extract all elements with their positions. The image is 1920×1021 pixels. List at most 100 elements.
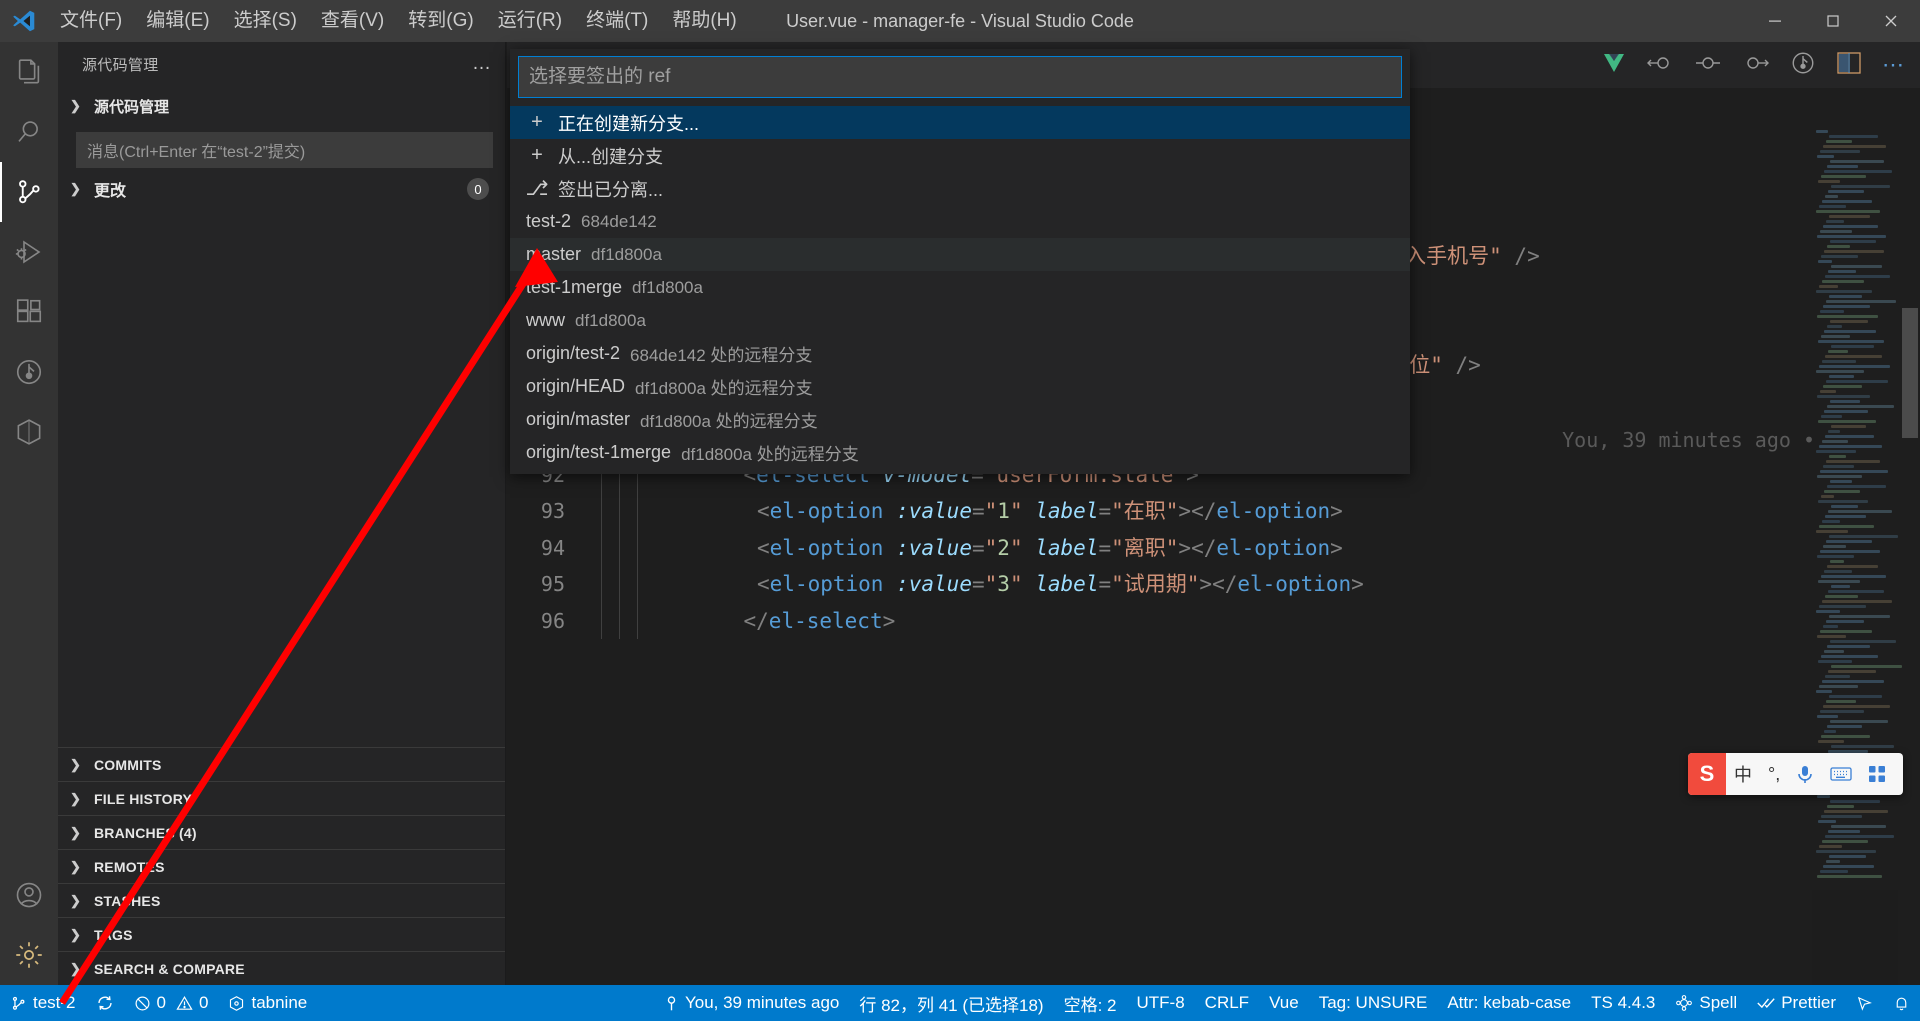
- scm-section-header[interactable]: ❯ 源代码管理: [58, 86, 505, 126]
- explorer-icon[interactable]: [0, 42, 58, 102]
- editor-more-actions-icon[interactable]: ⋯: [1882, 52, 1906, 78]
- status-tag-casing[interactable]: Tag: UNSURE: [1309, 985, 1438, 1021]
- status-tabnine[interactable]: tabnine: [218, 985, 317, 1021]
- status-blame[interactable]: You, 39 minutes ago: [654, 985, 849, 1021]
- quick-pick-item-2[interactable]: ⎇ 签出已分离...: [510, 172, 1410, 205]
- status-eol[interactable]: CRLF: [1195, 985, 1259, 1021]
- menu-item-7[interactable]: 帮助(H): [660, 0, 748, 42]
- quick-pick-item-7[interactable]: origin/test-2 684de142 处的远程分支: [510, 337, 1410, 370]
- status-cursor-position[interactable]: 行 82，列 41 (已选择18): [849, 985, 1053, 1021]
- ime-keyboard-icon[interactable]: [1822, 766, 1860, 782]
- chevron-right-icon: ❯: [70, 960, 82, 976]
- code-line[interactable]: 93 <el-option :value="1" label="在职"></el-…: [507, 493, 1920, 530]
- quick-pick-item-5[interactable]: test-1merge df1d800a: [510, 271, 1410, 304]
- quick-pick-item-0[interactable]: + 正在创建新分支...: [510, 106, 1410, 139]
- sidebar-more-actions-icon[interactable]: …: [472, 53, 493, 75]
- minimap[interactable]: [1812, 128, 1902, 985]
- status-indentation[interactable]: 空格: 2: [1054, 985, 1127, 1021]
- split-editor-icon[interactable]: [1836, 51, 1862, 80]
- minimap-line: [1829, 535, 1898, 538]
- sidebar-section-commits[interactable]: ❯ COMMITS: [58, 747, 505, 781]
- run-debug-icon[interactable]: [0, 222, 58, 282]
- menu-item-0[interactable]: 文件(F): [48, 0, 134, 42]
- quick-pick-list[interactable]: + 正在创建新分支... + 从...创建分支 ⎇ 签出已分离... test-2 684de…: [510, 106, 1410, 474]
- quick-pick-item-1[interactable]: + 从...创建分支: [510, 139, 1410, 172]
- detach-icon: ⎇: [525, 178, 549, 200]
- quick-pick-item-3[interactable]: test-2 684de142: [510, 205, 1410, 238]
- go-forward-commit-icon[interactable]: [1742, 54, 1770, 77]
- sidebar-section-stashes[interactable]: ❯ STASHES: [58, 883, 505, 917]
- sidebar-section-tags[interactable]: ❯ TAGS: [58, 917, 505, 951]
- plus-icon: +: [531, 144, 543, 166]
- minimap-line: [1829, 295, 1862, 298]
- quick-pick-item-8[interactable]: origin/HEAD df1d800a 处的远程分支: [510, 370, 1410, 403]
- menu-item-3[interactable]: 查看(V): [309, 0, 396, 42]
- status-encoding[interactable]: UTF-8: [1127, 985, 1195, 1021]
- sidebar-section-file-history[interactable]: ❯ FILE HISTORY: [58, 781, 505, 815]
- menu-item-4[interactable]: 转到(G): [396, 0, 485, 42]
- editor-vertical-scrollbar[interactable]: [1900, 128, 1920, 985]
- status-feedback-icon[interactable]: [1846, 985, 1883, 1021]
- sidebar-section-search-compare[interactable]: ❯ SEARCH & COMPARE: [58, 951, 505, 985]
- commit-message-input[interactable]: 消息(Ctrl+Enter 在“test-2”提交): [76, 132, 493, 168]
- status-notifications-bell-icon[interactable]: [1883, 985, 1920, 1021]
- search-icon[interactable]: [0, 102, 58, 162]
- code-line[interactable]: 94 <el-option :value="2" label="离职"></el-…: [507, 529, 1920, 566]
- quick-pick-item-6[interactable]: www df1d800a: [510, 304, 1410, 337]
- extensions-icon[interactable]: [0, 282, 58, 342]
- scrollbar-thumb[interactable]: [1902, 308, 1918, 438]
- ime-microphone-icon[interactable]: [1788, 764, 1822, 784]
- menu-item-2[interactable]: 选择(S): [222, 0, 309, 42]
- minimap-line: [1831, 345, 1874, 348]
- status-spell-checker[interactable]: Spell: [1665, 985, 1747, 1021]
- quick-pick-item-label: origin/HEAD: [526, 376, 626, 396]
- commit-dot-icon[interactable]: [1694, 54, 1722, 77]
- minimap-line: [1831, 585, 1850, 588]
- minimap-line: [1817, 875, 1882, 878]
- code-line[interactable]: 96 </el-select>: [507, 602, 1920, 639]
- go-back-commit-icon[interactable]: [1646, 54, 1674, 77]
- status-prettier-label: Prettier: [1781, 993, 1836, 1012]
- minimize-button[interactable]: [1746, 0, 1804, 42]
- ime-mode-toggle[interactable]: 中: [1726, 761, 1760, 787]
- vue-volar-icon[interactable]: [1602, 52, 1626, 79]
- menu-item-1[interactable]: 编辑(E): [134, 0, 221, 42]
- changes-section-header[interactable]: ❯ 更改 0: [58, 168, 505, 210]
- maximize-restore-button[interactable]: [1804, 0, 1862, 42]
- minimap-line: [1826, 620, 1864, 623]
- ime-logo-icon[interactable]: S: [1688, 753, 1726, 795]
- quick-pick-item-9[interactable]: origin/master df1d800a 处的远程分支: [510, 403, 1410, 436]
- code-line[interactable]: 95 <el-option :value="3" label="试用期"></el…: [507, 566, 1920, 603]
- status-attr-casing[interactable]: Attr: kebab-case: [1437, 985, 1581, 1021]
- menu-item-5[interactable]: 运行(R): [486, 0, 574, 42]
- ime-punctuation-toggle[interactable]: °,: [1760, 764, 1788, 785]
- account-icon[interactable]: [0, 865, 58, 925]
- quick-pick-item-label: origin/test-2: [526, 343, 621, 363]
- ime-apps-icon[interactable]: [1860, 765, 1894, 783]
- quick-pick-item-10[interactable]: origin/test-1merge df1d800a 处的远程分支: [510, 436, 1410, 469]
- status-typescript-version[interactable]: TS 4.4.3: [1581, 985, 1665, 1021]
- status-language-mode[interactable]: Vue: [1259, 985, 1309, 1021]
- menu-item-6[interactable]: 终端(T): [574, 0, 660, 42]
- minimap-line: [1824, 330, 1876, 333]
- sidebar-section-remotes[interactable]: ❯ REMOTES: [58, 849, 505, 883]
- status-branch[interactable]: test-2: [0, 985, 86, 1021]
- gitlens-blame-icon[interactable]: [1790, 50, 1816, 81]
- close-button[interactable]: [1862, 0, 1920, 42]
- status-problems[interactable]: 0 0: [124, 985, 219, 1021]
- quick-pick-item-4[interactable]: master df1d800a: [510, 238, 1410, 271]
- minimap-line: [1820, 150, 1860, 153]
- status-sync[interactable]: [86, 985, 124, 1021]
- changes-label: 更改: [94, 183, 127, 200]
- menu-bar[interactable]: 文件(F) 编辑(E) 选择(S) 查看(V) 转到(G) 运行(R) 终端(T) 帮助(H): [48, 0, 749, 42]
- source-control-icon[interactable]: [0, 162, 58, 222]
- gitlens-icon[interactable]: [0, 342, 58, 402]
- minimap-line: [1823, 225, 1878, 228]
- line-number: 95: [540, 572, 565, 596]
- package-icon[interactable]: [0, 402, 58, 462]
- status-prettier[interactable]: Prettier: [1747, 985, 1846, 1021]
- sidebar-section-branches-4[interactable]: ❯ BRANCHES (4): [58, 815, 505, 849]
- indent-guides: [591, 566, 649, 603]
- quick-pick-input[interactable]: [518, 56, 1402, 98]
- settings-gear-icon[interactable]: [0, 925, 58, 985]
